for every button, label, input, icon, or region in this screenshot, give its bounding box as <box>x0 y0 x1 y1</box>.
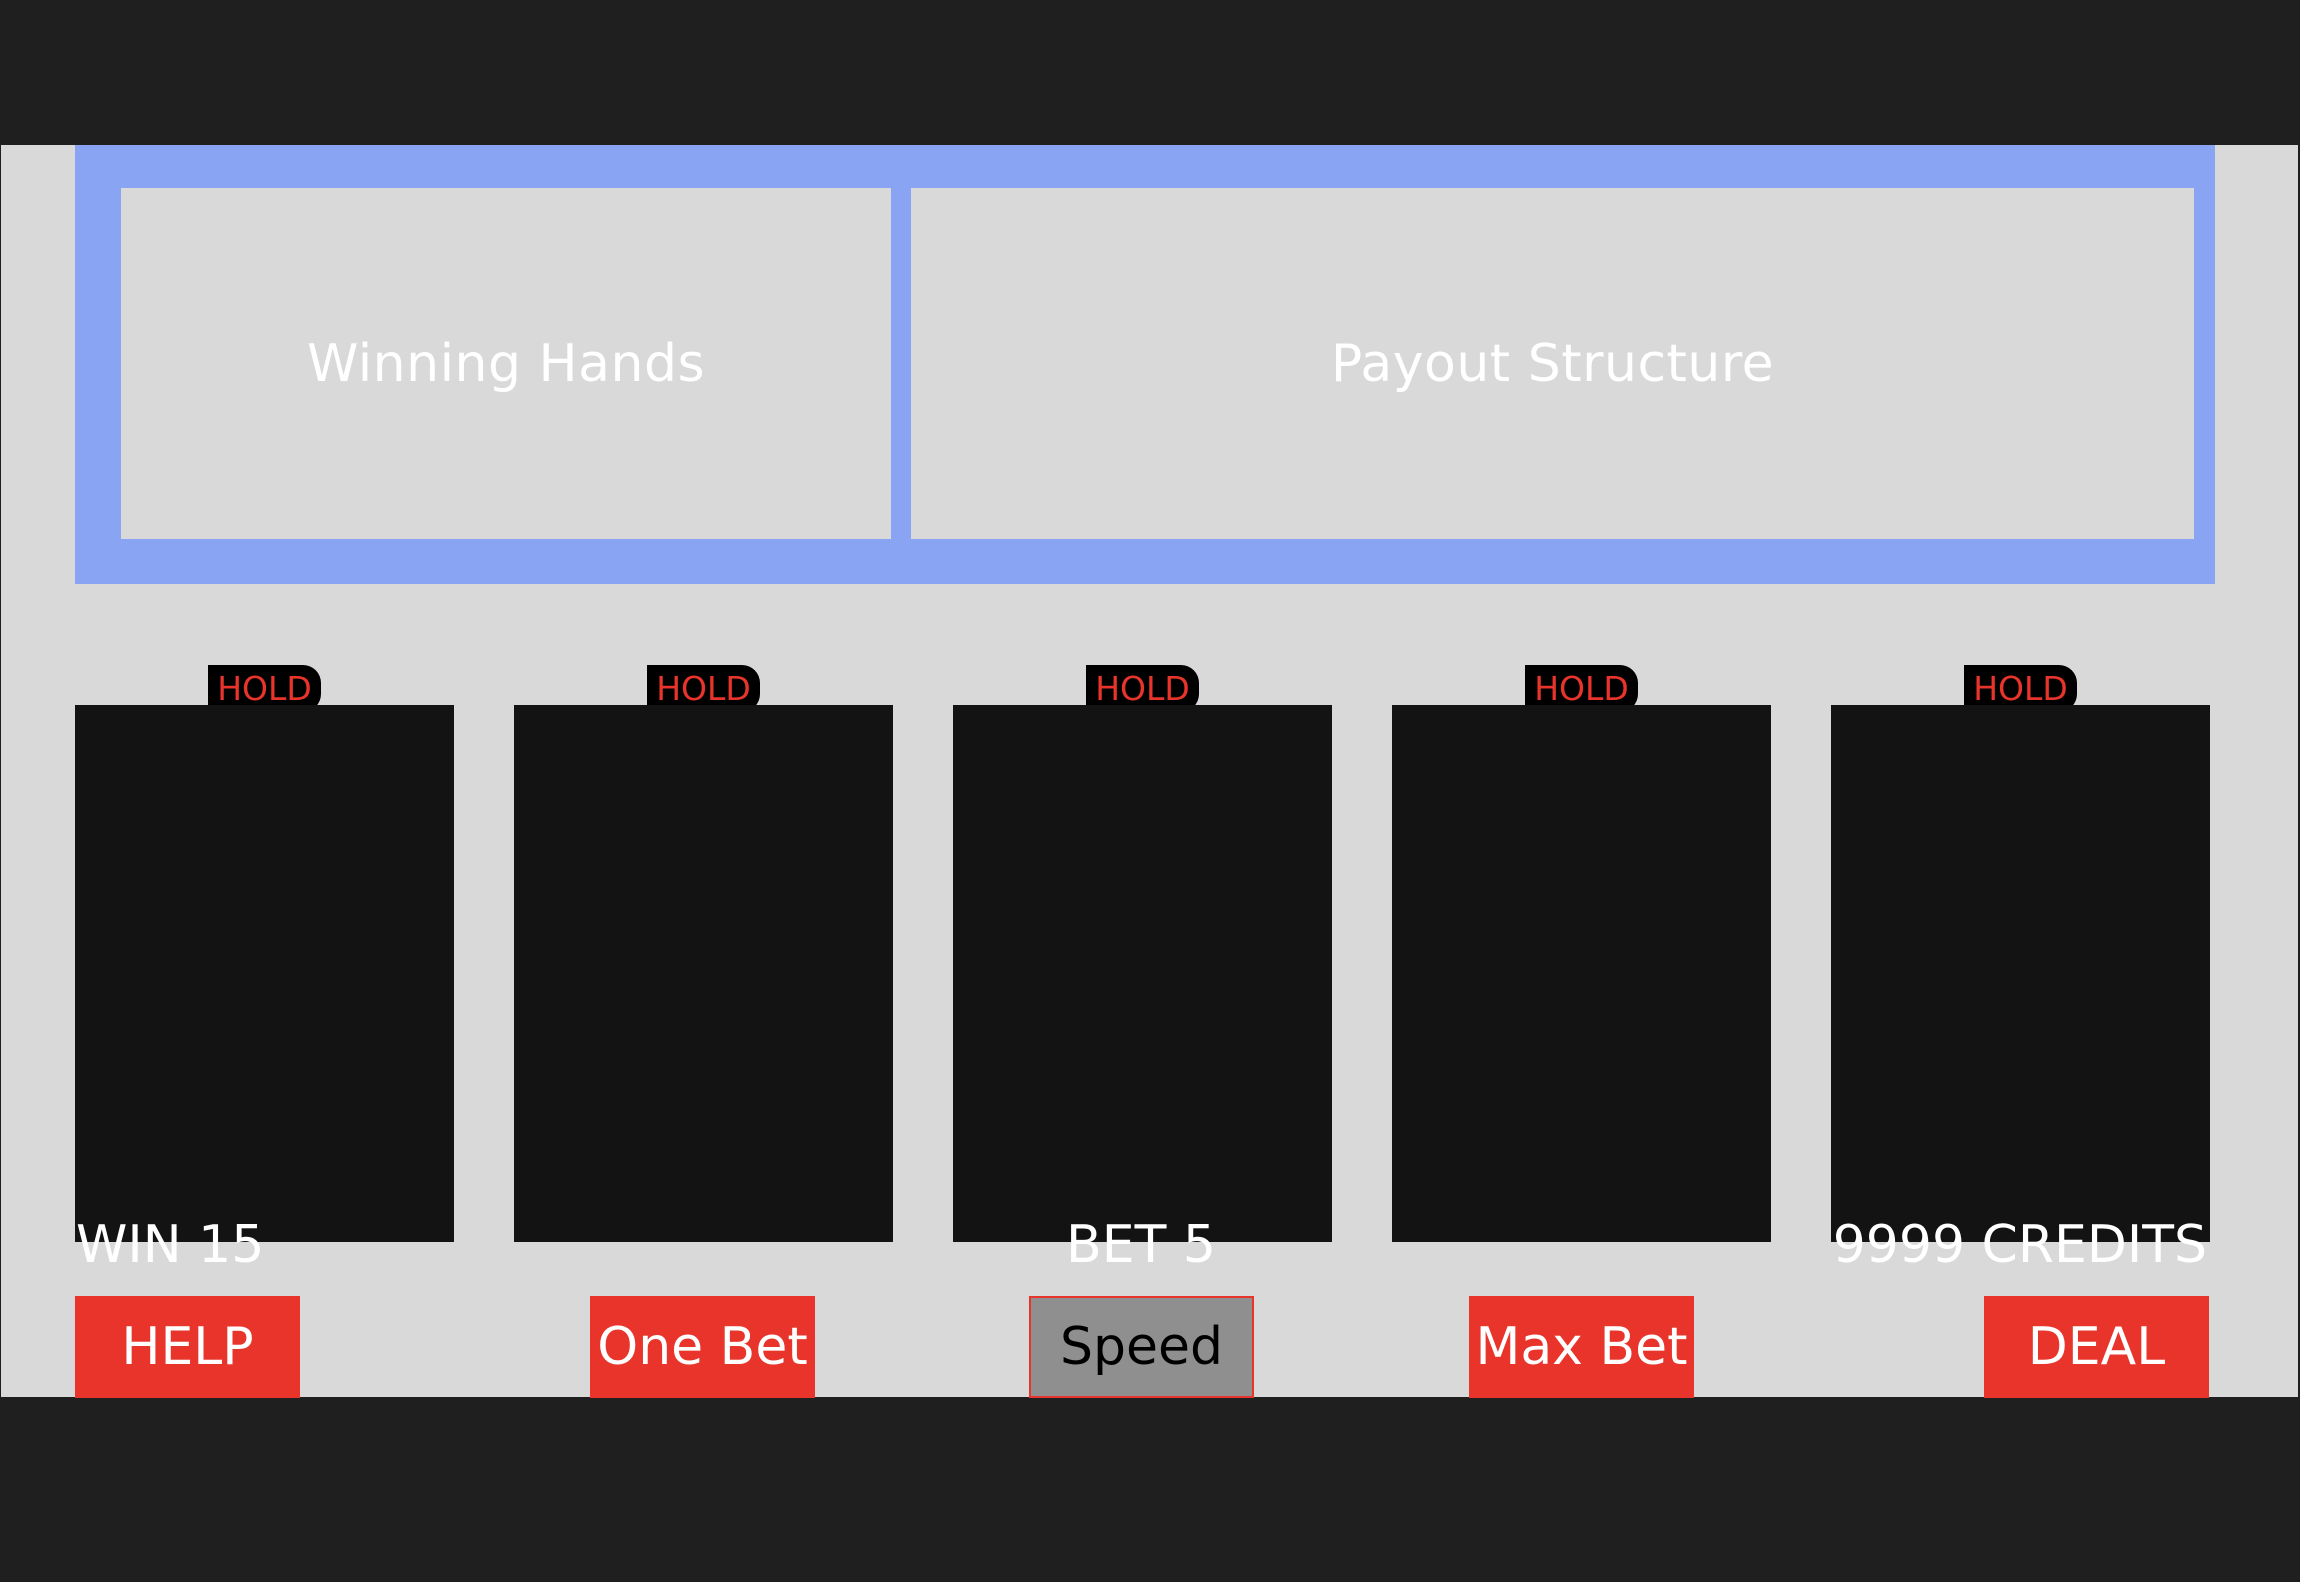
card-slot-5: HOLD <box>1831 665 2210 1242</box>
card[interactable] <box>1392 705 1771 1242</box>
bet-display: BET 5 <box>1066 1215 1216 1275</box>
max-bet-button[interactable]: Max Bet <box>1469 1296 1694 1398</box>
payout-structure-box[interactable]: Payout Structure <box>911 188 2194 539</box>
card[interactable] <box>514 705 893 1242</box>
deal-button[interactable]: DEAL <box>1984 1296 2209 1398</box>
payout-structure-label: Payout Structure <box>1330 333 1775 394</box>
speed-button[interactable]: Speed <box>1029 1296 1254 1398</box>
card[interactable] <box>1831 705 2210 1242</box>
card-slot-1: HOLD <box>75 665 454 1242</box>
one-bet-button[interactable]: One Bet <box>590 1296 815 1398</box>
winning-hands-box[interactable]: Winning Hands <box>121 188 891 539</box>
help-button[interactable]: HELP <box>75 1296 300 1398</box>
winning-hands-label: Winning Hands <box>306 333 706 394</box>
card-slot-2: HOLD <box>514 665 893 1242</box>
card-slot-4: HOLD <box>1392 665 1771 1242</box>
card-slot-3: HOLD <box>953 665 1332 1242</box>
card[interactable] <box>953 705 1332 1242</box>
card[interactable] <box>75 705 454 1242</box>
win-display: WIN 15 <box>76 1215 265 1275</box>
credits-display: 9999 CREDITS <box>1832 1215 2207 1275</box>
game-table: Winning Hands Payout Structure HOLD HOLD… <box>1 145 2298 1398</box>
paytable-panel: Winning Hands Payout Structure <box>75 145 2215 584</box>
